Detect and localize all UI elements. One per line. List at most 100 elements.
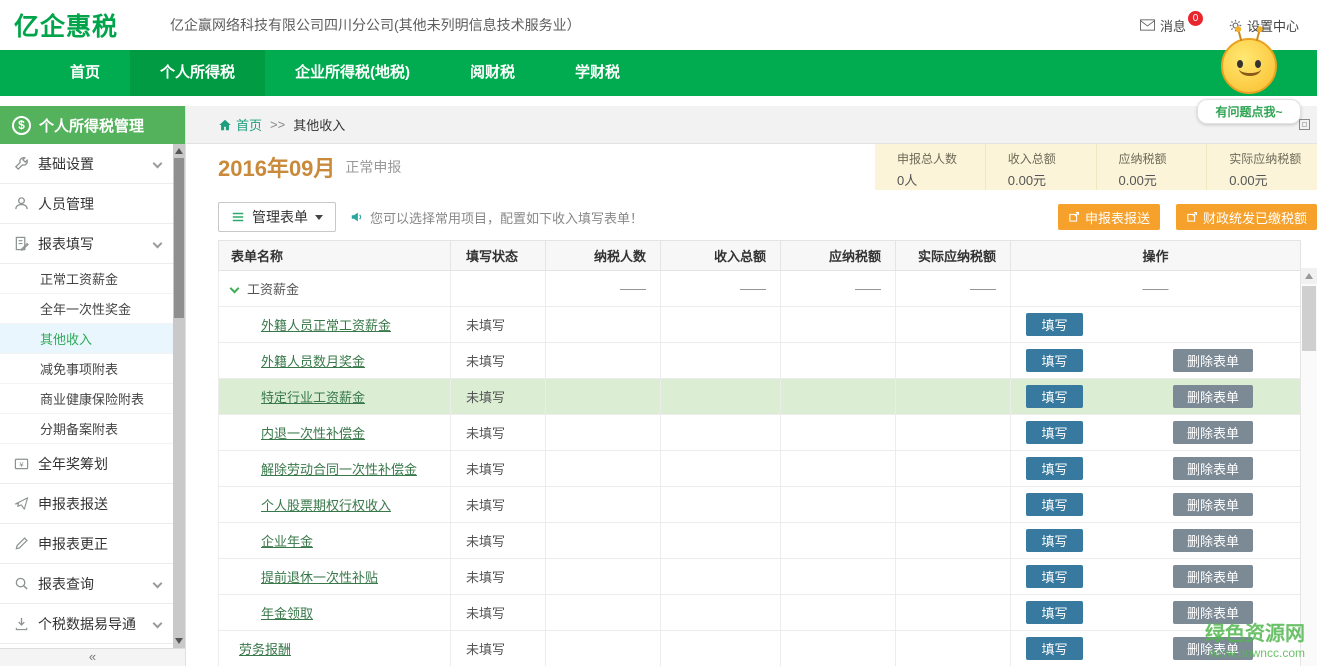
finance-paid-tax-button[interactable]: 财政统发已缴税额 <box>1176 204 1317 230</box>
declaration-period: 2016年09月 正常申报 <box>186 144 401 190</box>
sidebar-subitem-other-income[interactable]: 其他收入 <box>0 324 173 354</box>
fill-button[interactable]: 填写 <box>1026 565 1083 588</box>
table-row: 提前退休一次性补贴 未填写 填写删除表单 <box>219 559 1301 595</box>
table-row: 解除劳动合同一次性补偿金 未填写 填写删除表单 <box>219 451 1301 487</box>
form-link[interactable]: 特定行业工资薪金 <box>261 390 365 405</box>
summary-stats: 申报总人数 0人 收入总额 0.00元 应纳税额 0.00元 实际应纳税额 0.… <box>875 144 1317 190</box>
sidebar-subitem-annual-bonus[interactable]: 全年一次性奖金 <box>0 294 173 324</box>
sidebar-item-bonus-planning[interactable]: ¥ 全年奖筹划 <box>0 444 173 484</box>
delete-form-button[interactable]: 删除表单 <box>1173 421 1253 444</box>
table-row: 外籍人员正常工资薪金 未填写 填写 <box>219 307 1301 343</box>
breadcrumb-home-link[interactable]: 首页 <box>218 115 262 134</box>
form-link[interactable]: 内退一次性补偿金 <box>261 426 365 441</box>
manage-forms-button[interactable]: 管理表单 <box>218 202 336 232</box>
form-link[interactable]: 提前退休一次性补贴 <box>261 570 378 585</box>
form-link[interactable]: 企业年金 <box>261 534 313 549</box>
search-icon <box>14 576 29 591</box>
nav-corporate-income-tax[interactable]: 企业所得税(地税) <box>265 50 440 96</box>
svg-text:¥: ¥ <box>19 460 24 469</box>
form-link[interactable]: 外籍人员正常工资薪金 <box>261 318 391 333</box>
company-name: 亿企赢网络科技有限公司四川分公司(其他未列明信息技术服务业） <box>170 15 581 35</box>
sidebar-subitem-normal-salary[interactable]: 正常工资薪金 <box>0 264 173 294</box>
scroll-down-icon[interactable] <box>175 638 183 644</box>
fill-button[interactable]: 填写 <box>1026 457 1083 480</box>
delete-form-button[interactable]: 删除表单 <box>1173 493 1253 516</box>
message-icon <box>1140 19 1155 31</box>
form-link[interactable]: 劳务报酬 <box>239 642 291 657</box>
content-scrollbar-thumb[interactable] <box>1302 286 1316 351</box>
fill-button[interactable]: 填写 <box>1026 313 1083 336</box>
sidebar-item-personnel[interactable]: 人员管理 <box>0 184 173 224</box>
table-header-row: 表单名称 填写状态 纳税人数 收入总额 应纳税额 实际应纳税额 操作 <box>219 241 1301 271</box>
sidebar: $ 个人所得税管理 基础设置 人员管理 报表填写 正常工资薪金 全年一次性奖金 … <box>0 106 186 666</box>
table-toolbar: 管理表单 您可以选择常用项目，配置如下收入填写表单！ 申报表报送 财政统发已缴税… <box>186 202 1317 232</box>
form-link[interactable]: 个人股票期权行权收入 <box>261 498 391 513</box>
delete-form-button[interactable]: 删除表单 <box>1173 349 1253 372</box>
delete-form-button[interactable]: 删除表单 <box>1173 457 1253 480</box>
fill-button[interactable]: 填写 <box>1026 349 1083 372</box>
sidebar-subitem-health-insurance[interactable]: 商业健康保险附表 <box>0 384 173 414</box>
scroll-up-icon[interactable] <box>175 148 183 154</box>
chevron-down-icon <box>230 284 240 294</box>
sidebar-collapse-button[interactable]: « <box>0 648 185 666</box>
top-bar: 亿企惠税 亿企赢网络科技有限公司四川分公司(其他未列明信息技术服务业） 消息 0… <box>0 0 1317 50</box>
sidebar-scrollbar-thumb[interactable] <box>174 158 184 318</box>
form-link[interactable]: 外籍人员数月奖金 <box>261 354 365 369</box>
person-icon <box>14 196 29 211</box>
submit-declaration-button[interactable]: 申报表报送 <box>1058 204 1160 230</box>
sidebar-item-label: 报表查询 <box>38 574 94 594</box>
settings-label: 设置中心 <box>1247 16 1299 35</box>
delete-form-button[interactable]: 删除表单 <box>1173 529 1253 552</box>
fill-button[interactable]: 填写 <box>1026 601 1083 624</box>
messages-link[interactable]: 消息 0 <box>1140 16 1203 35</box>
fill-button[interactable]: 填写 <box>1026 493 1083 516</box>
mascot-speech-bubble: 有问题点我~ <box>1197 99 1301 124</box>
watermark: 绿色资源网 www.downcc.com <box>1205 617 1305 660</box>
sidebar-item-basic-settings[interactable]: 基础设置 <box>0 144 173 184</box>
fill-button[interactable]: 填写 <box>1026 637 1083 660</box>
nav-learn-finance-tax[interactable]: 学财税 <box>545 50 650 96</box>
col-actual-tax: 实际应纳税额 <box>896 241 1011 271</box>
chevron-down-icon <box>153 159 163 169</box>
fill-button[interactable]: 填写 <box>1026 529 1083 552</box>
sidebar-item-report-fill[interactable]: 报表填写 <box>0 224 173 264</box>
delete-form-button[interactable]: 删除表单 <box>1173 565 1253 588</box>
sidebar-item-label: 个税数据易导通 <box>38 614 136 634</box>
form-link[interactable]: 解除劳动合同一次性补偿金 <box>261 462 417 477</box>
scroll-up-icon[interactable] <box>1301 268 1317 284</box>
home-icon <box>218 118 232 132</box>
col-fill-status: 填写状态 <box>451 241 546 271</box>
toolbar-actions: 申报表报送 财政统发已缴税额 <box>1058 204 1317 230</box>
nav-home[interactable]: 首页 <box>40 50 130 96</box>
sidebar-subitem-installment-filing[interactable]: 分期备案附表 <box>0 414 173 444</box>
form-link[interactable]: 年金领取 <box>261 606 313 621</box>
fill-status: 未填写 <box>451 307 546 343</box>
delete-form-button[interactable]: 删除表单 <box>1173 385 1253 408</box>
fill-button[interactable]: 填写 <box>1026 421 1083 444</box>
sidebar-item-report-submit[interactable]: 申报表报送 <box>0 484 173 524</box>
sidebar-scrollbar[interactable] <box>173 144 185 648</box>
messages-label: 消息 <box>1160 16 1186 35</box>
speaker-icon <box>350 210 364 224</box>
content-scrollbar[interactable] <box>1300 268 1317 666</box>
sidebar-item-tax-data-transfer[interactable]: 个税数据易导通 <box>0 604 173 644</box>
breadcrumb-separator: >> <box>270 117 285 132</box>
sidebar-title-label: 个人所得税管理 <box>39 115 144 136</box>
wrench-icon <box>14 156 29 171</box>
stat-total-people: 申报总人数 0人 <box>875 144 985 190</box>
bee-icon <box>1221 38 1277 94</box>
export-icon <box>1068 211 1080 223</box>
sidebar-item-report-correct[interactable]: 申报表更正 <box>0 524 173 564</box>
nav-read-finance-tax[interactable]: 阅财税 <box>440 50 545 96</box>
money-icon: ¥ <box>14 456 29 471</box>
help-mascot[interactable]: 有问题点我~ <box>1197 38 1301 124</box>
sidebar-subitem-deduction-schedule[interactable]: 减免事项附表 <box>0 354 173 384</box>
nav-personal-income-tax[interactable]: 个人所得税 <box>130 50 265 96</box>
fill-button[interactable]: 填写 <box>1026 385 1083 408</box>
table-row: 劳务报酬 未填写 填写删除表单 <box>219 631 1301 666</box>
content-area: 首页 >> 其他收入 2016年09月 正常申报 申报总人数 0人 收入总额 0… <box>186 106 1317 666</box>
table-row: 内退一次性补偿金 未填写 填写删除表单 <box>219 415 1301 451</box>
table-row-highlighted: 特定行业工资薪金 未填写 填写删除表单 <box>219 379 1301 415</box>
sidebar-item-report-query[interactable]: 报表查询 <box>0 564 173 604</box>
group-row-salary[interactable]: 工资薪金 —— —— —— —— —— <box>219 271 1301 307</box>
